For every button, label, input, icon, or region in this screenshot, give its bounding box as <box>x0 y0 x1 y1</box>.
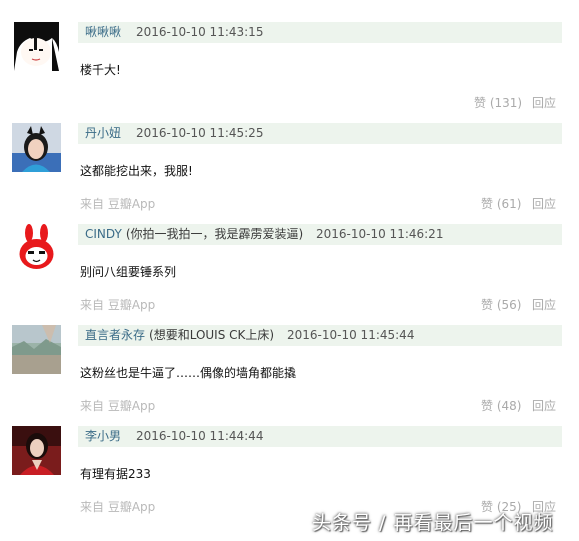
avatar-red-bunny-icon[interactable] <box>12 224 61 273</box>
comment-time: 2016-10-10 11:46:21 <box>316 227 444 241</box>
comment-text: 这粉丝也是牛逼了……偶像的墙角都能撬 <box>80 366 297 380</box>
comment-time: 2016-10-10 11:43:15 <box>136 25 264 39</box>
like-button[interactable]: 赞 (56) <box>481 296 521 313</box>
comment-item: CINDY (你拍一我拍一，我是霹雳爱装逼) 2016-10-10 11:46:2… <box>0 224 579 324</box>
comment-source: 来自 豆瓣App <box>80 197 156 211</box>
avatar-cartoon-girl-icon[interactable] <box>12 22 61 71</box>
comment-meta-bar: 直言者永存 (想要和LOUIS CK上床) 2016-10-10 11:45:44 <box>78 325 562 346</box>
comment-text: 别问八组要锤系列 <box>80 265 177 279</box>
watermark-text: 头条号 / 再看最后一个视频 <box>312 512 554 534</box>
comment-text: 这都能挖出来，我服! <box>80 164 193 178</box>
author-link[interactable]: 丹小妞 <box>85 123 121 144</box>
author-name[interactable]: 直言者永存 <box>85 328 145 342</box>
comment-source: 来自 豆瓣App <box>80 500 156 514</box>
comment-source: 来自 豆瓣App <box>80 298 156 312</box>
comment-time: 2016-10-10 11:44:44 <box>136 429 264 443</box>
comment-item: 丹小妞 2016-10-10 11:45:25 这都能挖出来，我服! 来自 豆瓣… <box>0 123 579 223</box>
reply-button[interactable]: 回应 <box>532 94 556 111</box>
comment-item: 直言者永存 (想要和LOUIS CK上床) 2016-10-10 11:45:44… <box>0 325 579 425</box>
author-link[interactable]: CINDY (你拍一我拍一，我是霹雳爱装逼) <box>85 224 303 245</box>
author-link[interactable]: 直言者永存 (想要和LOUIS CK上床) <box>85 325 274 346</box>
author-note: (想要和LOUIS CK上床) <box>149 328 275 342</box>
reply-button[interactable]: 回应 <box>532 195 556 212</box>
author-link[interactable]: 李小男 <box>85 426 121 447</box>
avatar-girl-photo-icon[interactable] <box>12 123 61 172</box>
comment-text: 有理有据233 <box>80 467 151 481</box>
reply-button[interactable]: 回应 <box>532 397 556 414</box>
avatar-woman-photo-icon[interactable] <box>12 426 61 475</box>
like-button[interactable]: 赞 (61) <box>481 195 521 212</box>
comment-meta-bar: CINDY (你拍一我拍一，我是霹雳爱装逼) 2016-10-10 11:46:2… <box>78 224 562 245</box>
comment-source: 来自 豆瓣App <box>80 399 156 413</box>
comment-text: 楼千大! <box>80 63 121 77</box>
comment-time: 2016-10-10 11:45:44 <box>287 328 415 342</box>
avatar-landscape-icon[interactable] <box>12 325 61 374</box>
comment-meta-bar: 丹小妞 2016-10-10 11:45:25 <box>78 123 562 144</box>
reply-button[interactable]: 回应 <box>532 296 556 313</box>
comment-meta-bar: 李小男 2016-10-10 11:44:44 <box>78 426 562 447</box>
author-note: (你拍一我拍一，我是霹雳爱装逼) <box>125 227 304 241</box>
like-button[interactable]: 赞 (48) <box>481 397 521 414</box>
comment-item: 啾啾啾 2016-10-10 11:43:15 楼千大! 赞 (131) 回应 <box>0 22 579 122</box>
comment-time: 2016-10-10 11:45:25 <box>136 126 264 140</box>
author-link[interactable]: 啾啾啾 <box>85 22 121 43</box>
comment-meta-bar: 啾啾啾 2016-10-10 11:43:15 <box>78 22 562 43</box>
like-button[interactable]: 赞 (131) <box>474 94 522 111</box>
author-name[interactable]: CINDY <box>85 227 122 241</box>
